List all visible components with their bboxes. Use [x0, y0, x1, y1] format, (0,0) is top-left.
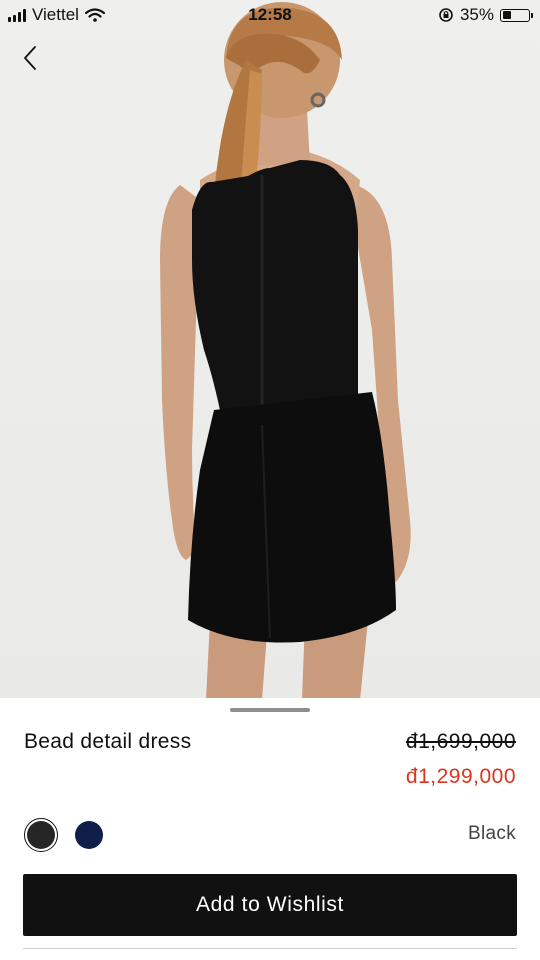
sale-price: đ1,299,000	[405, 765, 516, 788]
chevron-left-icon	[24, 46, 36, 70]
color-swatch-navy[interactable]	[72, 818, 106, 852]
status-bar: Viettel 12:58 35%	[0, 0, 540, 32]
swatch-fill	[75, 821, 103, 849]
drag-handle[interactable]	[230, 708, 310, 712]
selected-color-label: Black	[468, 823, 516, 844]
product-photo[interactable]	[0, 0, 540, 700]
battery-icon	[500, 8, 533, 22]
color-swatches	[24, 818, 106, 852]
swatch-fill	[27, 821, 55, 849]
color-swatch-black[interactable]	[24, 818, 58, 852]
orientation-lock-icon	[439, 8, 453, 22]
product-name: Bead detail dress	[24, 730, 192, 753]
battery-percent: 35%	[459, 5, 494, 24]
back-button[interactable]	[14, 42, 46, 74]
add-to-wishlist-button[interactable]: Add to Wishlist	[23, 874, 517, 936]
original-price: đ1,699,000	[405, 730, 516, 753]
product-info-sheet: Bead detail dress đ1,699,000 đ1,299,000 …	[0, 698, 540, 960]
dress-model-illustration	[160, 2, 411, 700]
divider	[23, 948, 517, 949]
